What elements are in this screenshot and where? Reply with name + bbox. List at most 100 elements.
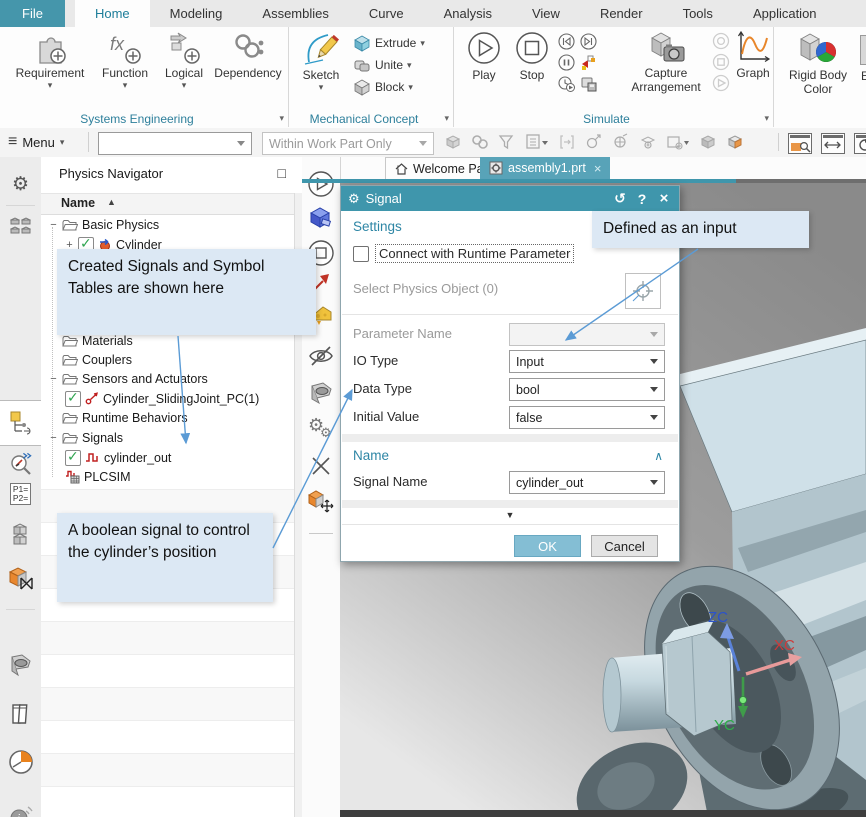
- shaded-view-icon[interactable]: [699, 133, 717, 151]
- requirement-button[interactable]: Requirement ▾: [8, 30, 92, 89]
- active-checkbox[interactable]: ✓: [65, 450, 81, 466]
- dropdown-arrow-icon[interactable]: ▾: [123, 81, 128, 89]
- work-view-icon[interactable]: [726, 133, 744, 151]
- window-search-button[interactable]: [788, 133, 812, 154]
- assembly-navigator-button[interactable]: [0, 215, 41, 237]
- record-button[interactable]: [712, 32, 730, 50]
- search-scope-select[interactable]: Within Work Part Only: [262, 132, 434, 155]
- group-dropdown-icon[interactable]: ▾: [764, 113, 769, 124]
- collapse-toggle-icon[interactable]: −: [49, 219, 58, 231]
- close-tab-icon[interactable]: ×: [594, 161, 602, 176]
- rewind-to-start-button[interactable]: [558, 33, 575, 50]
- close-dialog-button[interactable]: ×: [653, 186, 675, 211]
- sketch-button[interactable]: Sketch ▾: [295, 30, 347, 91]
- parameter-name-select[interactable]: [509, 323, 665, 346]
- tab-file[interactable]: File: [0, 0, 65, 27]
- tree-item-sensors-actuators[interactable]: − Sensors and Actuators: [41, 369, 295, 388]
- tab-view[interactable]: View: [512, 0, 580, 27]
- group-dropdown-icon[interactable]: ▾: [444, 113, 449, 124]
- tab-application[interactable]: Application: [733, 0, 837, 27]
- dropdown-arrow-icon[interactable]: ▾: [420, 38, 425, 49]
- collapse-toggle-icon[interactable]: −: [49, 432, 58, 444]
- unite-button[interactable]: Unite ▾: [353, 54, 449, 76]
- datum-csys-icon[interactable]: [639, 133, 657, 151]
- group-dropdown-icon[interactable]: ▾: [279, 113, 284, 124]
- point-constructor-icon[interactable]: [612, 133, 630, 151]
- save-arrangement-button[interactable]: [580, 75, 597, 92]
- solid-body-icon[interactable]: [444, 133, 462, 151]
- reuse-library-button[interactable]: [0, 451, 41, 475]
- tab-render[interactable]: Render: [580, 0, 663, 27]
- pause-button[interactable]: [558, 54, 575, 71]
- record-play-button[interactable]: [712, 74, 730, 92]
- move-object-button[interactable]: [302, 487, 340, 515]
- block-button[interactable]: Block ▾: [353, 76, 449, 98]
- reset-button[interactable]: ↺: [609, 186, 631, 211]
- move-handles-icon[interactable]: [558, 133, 576, 151]
- capture-arrangement-button[interactable]: Capture Arrangement: [622, 30, 710, 95]
- play-button[interactable]: Play: [462, 30, 506, 83]
- plane-tool-icon[interactable]: [666, 133, 690, 151]
- information-button[interactable]: i: [0, 805, 41, 817]
- command-finder-input[interactable]: [98, 132, 252, 155]
- hide-object-button[interactable]: [302, 345, 340, 367]
- dropdown-arrow-icon[interactable]: ▾: [408, 82, 413, 93]
- play-simulation-button[interactable]: [302, 170, 340, 198]
- collapse-toggle-icon[interactable]: −: [49, 373, 58, 385]
- time-pie-button[interactable]: [0, 749, 41, 775]
- window-refresh-button[interactable]: [854, 133, 866, 154]
- initial-value-select[interactable]: false: [509, 406, 665, 429]
- preferences-button[interactable]: ⚙ ⚙: [302, 419, 340, 445]
- rigid-body-tool-button[interactable]: [302, 205, 340, 231]
- dropdown-arrow-icon[interactable]: ▾: [319, 83, 324, 91]
- tree-item-couplers[interactable]: Couplers: [41, 350, 295, 369]
- tree-item-cylinder-out[interactable]: ✓ cylinder_out: [41, 448, 295, 467]
- io-type-select[interactable]: Input: [509, 350, 665, 373]
- tab-assembly1-prt[interactable]: assembly1.prt ×: [480, 157, 610, 179]
- tree-item-plcsim[interactable]: PLCSIM: [41, 467, 295, 486]
- snapshot-button[interactable]: [580, 54, 597, 71]
- extrude-button[interactable]: Extrude ▾: [353, 32, 449, 54]
- function-button[interactable]: fx Function ▾: [96, 30, 154, 89]
- expand-dialog-icon[interactable]: ▼: [341, 510, 679, 520]
- snap-point-icon[interactable]: [585, 133, 603, 151]
- data-type-select[interactable]: bool: [509, 378, 665, 401]
- signal-name-select[interactable]: cylinder_out: [509, 471, 665, 494]
- expressions-button[interactable]: P1= P2=: [0, 483, 41, 505]
- dropdown-arrow-icon[interactable]: ▾: [48, 81, 53, 89]
- tree-item-runtime-behaviors[interactable]: Runtime Behaviors: [41, 408, 295, 427]
- collapse-section-icon[interactable]: ∧: [654, 449, 663, 463]
- tree-item-signals[interactable]: − Signals: [41, 428, 295, 447]
- rigid-body-color-button[interactable]: Rigid Body Color: [778, 30, 858, 97]
- active-checkbox[interactable]: ✓: [65, 391, 81, 407]
- library-books-button[interactable]: [0, 701, 41, 727]
- tree-item-basic-physics[interactable]: − Basic Physics: [41, 215, 295, 234]
- tab-analysis[interactable]: Analysis: [424, 0, 512, 27]
- dependency-button[interactable]: Dependency: [212, 30, 284, 81]
- fixture-button[interactable]: [0, 653, 41, 677]
- help-button[interactable]: ?: [631, 186, 653, 211]
- graph-button[interactable]: Graph: [734, 30, 772, 81]
- tab-home[interactable]: Home: [75, 0, 150, 27]
- tab-tools[interactable]: Tools: [663, 0, 733, 27]
- panel-maximize-icon[interactable]: □: [278, 165, 286, 181]
- selection-filter-icon[interactable]: [498, 133, 516, 151]
- ok-button[interactable]: OK: [514, 535, 581, 557]
- part-filter-icon[interactable]: [525, 133, 549, 151]
- tab-modeling[interactable]: Modeling: [150, 0, 243, 27]
- cancel-button[interactable]: Cancel: [591, 535, 658, 557]
- connect-runtime-checkbox[interactable]: [353, 246, 369, 262]
- physics-navigator-button-active[interactable]: [0, 400, 41, 446]
- dropdown-arrow-icon[interactable]: ▾: [182, 81, 187, 89]
- record-stop-button[interactable]: [712, 53, 730, 71]
- dropdown-arrow-icon[interactable]: ▾: [407, 60, 412, 71]
- fixture-tool-button[interactable]: [302, 381, 340, 405]
- collision-pairs-button[interactable]: [0, 565, 41, 591]
- simulation-speed-button[interactable]: [558, 75, 575, 92]
- tab-assemblies[interactable]: Assemblies: [242, 0, 348, 27]
- stop-button[interactable]: Stop: [510, 30, 554, 83]
- column-header-name[interactable]: Name ▲: [41, 193, 295, 215]
- cancel-tool-button[interactable]: [302, 455, 340, 477]
- navigation-settings-button[interactable]: ⚙: [0, 173, 41, 196]
- select-object-button[interactable]: [625, 273, 661, 309]
